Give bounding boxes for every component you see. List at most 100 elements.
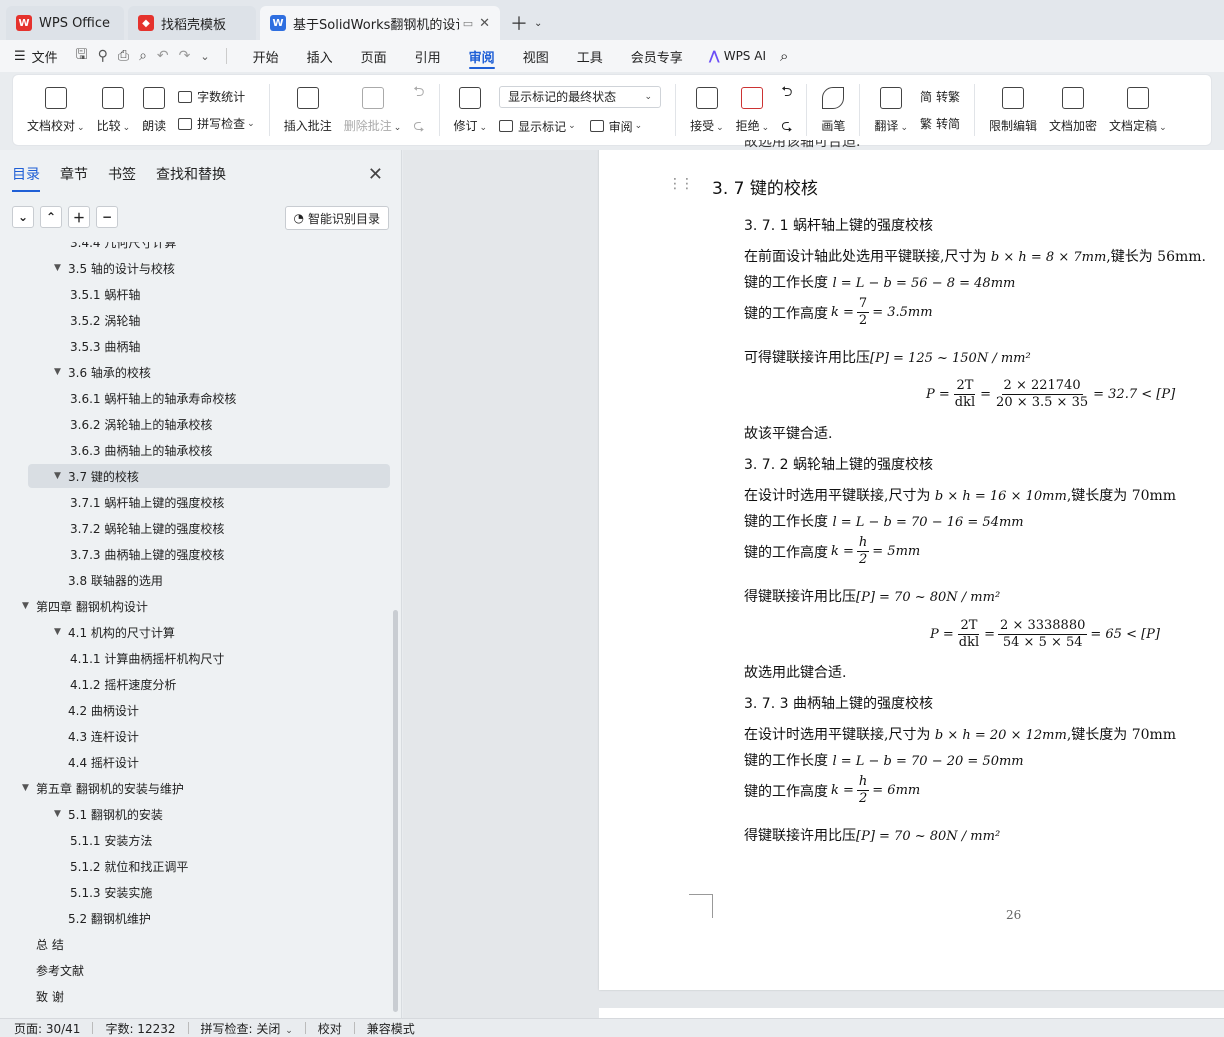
- menu-view[interactable]: 视图: [523, 40, 549, 72]
- toc-item[interactable]: 3.6.1 蜗杆轴上的轴承寿命校核: [28, 386, 390, 410]
- word-count-indicator[interactable]: 字数: 12232: [105, 1020, 175, 1037]
- close-tab-icon[interactable]: ✕: [479, 16, 490, 31]
- page-indicator[interactable]: 页面: 30/41: [14, 1020, 80, 1037]
- undo-icon[interactable]: ↶: [157, 48, 169, 64]
- markup-state-select[interactable]: 显示标记的最终状态 ⌄: [499, 85, 662, 108]
- toc-item[interactable]: ▼ 第五章 翻钢机的安装与维护: [12, 776, 374, 800]
- expand-arrow-icon[interactable]: ▼: [54, 471, 68, 481]
- restrict-edit-button[interactable]: 限制编辑: [989, 78, 1037, 142]
- expand-arrow-icon[interactable]: ▼: [22, 783, 36, 793]
- menu-insert[interactable]: 插入: [307, 40, 333, 72]
- toc-item[interactable]: 4.4 摇杆设计: [28, 750, 390, 774]
- toc-item[interactable]: 3.7.2 蜗轮轴上键的强度校核: [28, 516, 390, 540]
- finalize-button[interactable]: 文档定稿 ⌄: [1109, 78, 1167, 142]
- tab-document[interactable]: W 基于SolidWorks翻钢机的设计 ▭ ✕: [260, 6, 500, 40]
- toc-item[interactable]: ▼ 3.7 键的校核: [28, 464, 390, 488]
- close-panel-icon[interactable]: ✕: [368, 164, 383, 185]
- menu-member[interactable]: 会员专享: [631, 40, 683, 72]
- chevron-down-icon[interactable]: ⌄: [534, 18, 542, 29]
- panel-scrollbar[interactable]: [393, 610, 398, 1012]
- expand-arrow-icon[interactable]: ▼: [54, 367, 68, 377]
- smart-toc-button[interactable]: ◔ 智能识别目录: [284, 206, 389, 230]
- toc-item[interactable]: 5.1.1 安装方法: [28, 828, 390, 852]
- show-markup-button[interactable]: 显示标记 ⌄: [499, 118, 576, 135]
- proofread-status[interactable]: 校对: [318, 1020, 342, 1037]
- toc-item[interactable]: ▼ 第四章 翻钢机构设计: [12, 594, 374, 618]
- expand-arrow-icon[interactable]: ▼: [54, 809, 68, 819]
- spell-check-button[interactable]: 拼写检查 ⌄: [178, 115, 255, 132]
- insert-comment-button[interactable]: 插入批注: [284, 78, 332, 142]
- toc-item[interactable]: 3.5.1 蜗杆轴: [28, 282, 390, 306]
- add-icon[interactable]: ＋: [68, 206, 90, 228]
- toc-item[interactable]: 3.4.4 几何尺寸计算: [28, 242, 390, 254]
- toc-item[interactable]: 3.7.1 蜗杆轴上键的强度校核: [28, 490, 390, 514]
- drag-handle-icon[interactable]: ⋮⋮: [668, 176, 694, 192]
- tab-find-replace[interactable]: 查找和替换: [156, 164, 226, 192]
- menu-home[interactable]: 开始: [253, 40, 279, 72]
- toc-item[interactable]: 3.8 联轴器的选用: [28, 568, 390, 592]
- review-pane-button[interactable]: 审阅 ⌄: [589, 118, 642, 135]
- compare-button[interactable]: 比较 ⌄: [97, 78, 130, 142]
- word-count-button[interactable]: 字数统计: [178, 88, 255, 105]
- expand-arrow-icon[interactable]: ▼: [54, 627, 68, 637]
- tab-sections[interactable]: 章节: [60, 164, 88, 192]
- share-icon[interactable]: ⚲: [98, 48, 108, 64]
- toc-item[interactable]: 4.1.2 摇杆速度分析: [28, 672, 390, 696]
- doc-check-button[interactable]: 文档校对 ⌄: [27, 78, 85, 142]
- menu-tools[interactable]: 工具: [577, 40, 603, 72]
- toc-item[interactable]: 3.5.3 曲柄轴: [28, 334, 390, 358]
- previous-comment-icon[interactable]: ⮌: [413, 81, 424, 105]
- toc-item[interactable]: ▼ 3.5 轴的设计与校核: [28, 256, 390, 280]
- toc-item[interactable]: ▼ 5.1 翻钢机的安装: [28, 802, 390, 826]
- reject-button[interactable]: 拒绝 ⌄: [736, 78, 769, 142]
- to-traditional-button[interactable]: 简转繁: [920, 88, 960, 105]
- tab-wps-office[interactable]: W WPS Office: [6, 6, 124, 40]
- previous-revision-icon[interactable]: ⮌: [781, 81, 792, 105]
- expand-arrow-icon[interactable]: ▼: [54, 263, 68, 273]
- toc-item[interactable]: ▼ 3.6 轴承的校核: [28, 360, 390, 384]
- save-icon[interactable]: 🖫: [76, 44, 88, 68]
- expand-arrow-icon[interactable]: ▼: [22, 601, 36, 611]
- toc-item[interactable]: 总 结: [12, 932, 374, 956]
- tab-toc[interactable]: 目录: [12, 164, 40, 192]
- new-tab-button[interactable]: ＋ ⌄: [504, 6, 548, 40]
- next-revision-icon[interactable]: ⮎: [781, 115, 792, 139]
- toc-item[interactable]: 3.6.2 涡轮轴上的轴承校核: [28, 412, 390, 436]
- toc-item[interactable]: 4.3 连杆设计: [28, 724, 390, 748]
- to-simplified-button[interactable]: 繁转简: [920, 115, 960, 132]
- toc-item[interactable]: 3.7.3 曲柄轴上键的强度校核: [28, 542, 390, 566]
- file-menu[interactable]: ☰ 文件: [14, 47, 58, 66]
- toc-item[interactable]: 5.1.2 就位和找正调平: [28, 854, 390, 878]
- toc-item[interactable]: 3.6.3 曲柄轴上的轴承校核: [28, 438, 390, 462]
- toc-item[interactable]: 5.1.3 安装实施: [28, 880, 390, 904]
- remove-icon[interactable]: −: [96, 206, 118, 228]
- translate-button[interactable]: 翻译 ⌄: [874, 78, 908, 142]
- toc-item[interactable]: 5.2 翻钢机维护: [28, 906, 390, 930]
- toc-item[interactable]: 3.5.2 涡轮轴: [28, 308, 390, 332]
- print-preview-icon[interactable]: ⌕: [139, 48, 147, 64]
- tab-docer-templates[interactable]: ◆ 找稻壳模板: [128, 6, 256, 40]
- spell-check-status[interactable]: 拼写检查: 关闭 ⌄: [201, 1020, 293, 1037]
- menu-review[interactable]: 审阅: [468, 40, 495, 72]
- more-chevron-icon[interactable]: ⌄: [200, 50, 209, 63]
- redo-icon[interactable]: ↷: [179, 48, 191, 64]
- print-icon[interactable]: ⎙: [118, 48, 129, 64]
- toc-item[interactable]: ▼ 4.1 机构的尺寸计算: [28, 620, 390, 644]
- chevron-up-icon[interactable]: ⌃: [40, 206, 62, 228]
- revise-button[interactable]: 修订 ⌄: [454, 78, 487, 142]
- toc-item[interactable]: 致 谢: [12, 984, 374, 1008]
- read-aloud-button[interactable]: 朗读: [142, 78, 166, 142]
- toc-item[interactable]: 4.1.1 计算曲柄摇杆机构尺寸: [28, 646, 390, 670]
- wps-ai-button[interactable]: ⋀ WPS AI: [709, 49, 766, 64]
- menu-references[interactable]: 引用: [415, 40, 441, 72]
- toc-item[interactable]: 参考文献: [12, 958, 374, 982]
- monitor-icon[interactable]: ▭: [463, 17, 473, 30]
- delete-comment-button[interactable]: 删除批注 ⌄: [344, 78, 401, 142]
- pen-button[interactable]: 画笔: [821, 78, 845, 142]
- accept-button[interactable]: 接受 ⌄: [690, 78, 724, 142]
- chevron-down-icon[interactable]: ⌄: [12, 206, 34, 228]
- search-icon[interactable]: ⌕: [780, 47, 788, 65]
- tab-bookmarks[interactable]: 书签: [108, 164, 136, 192]
- toc-item[interactable]: 4.2 曲柄设计: [28, 698, 390, 722]
- menu-page[interactable]: 页面: [361, 40, 387, 72]
